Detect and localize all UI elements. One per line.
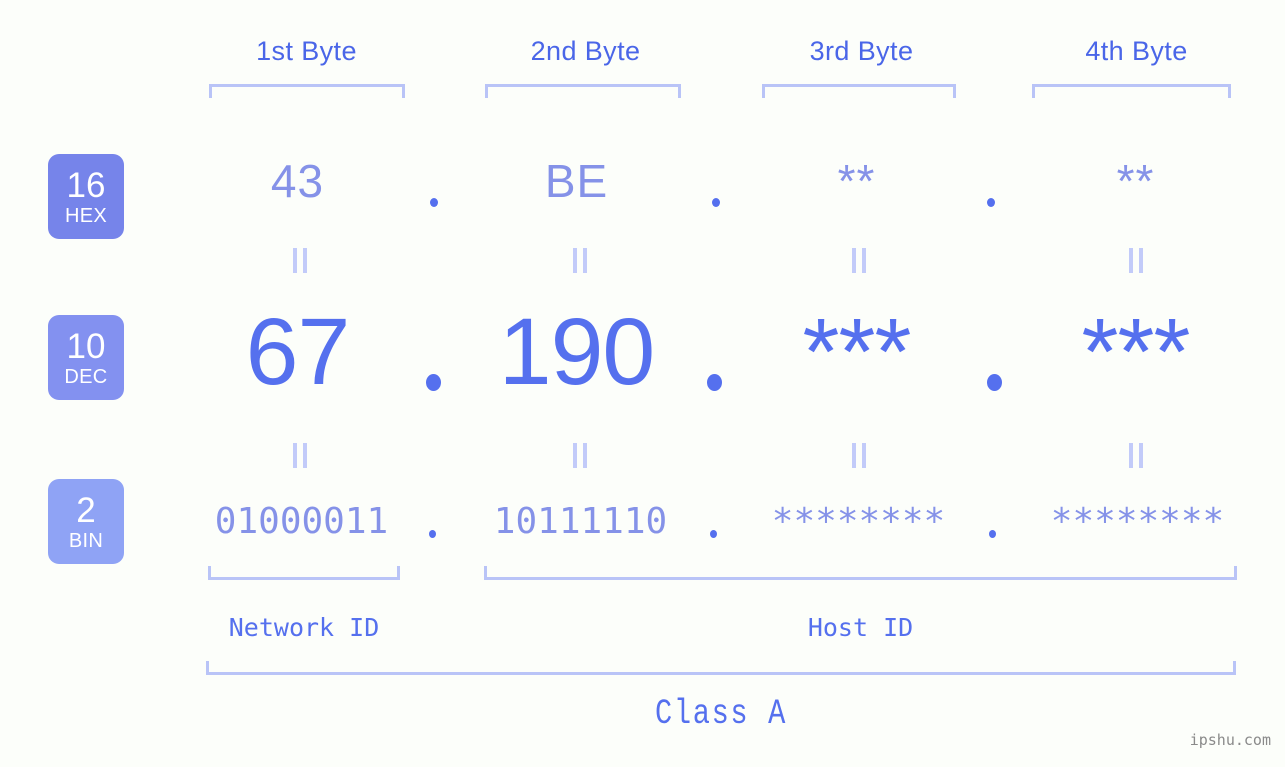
bin-value-byte-4: ******** [1050, 501, 1225, 542]
bin-value-byte-1: 01000011 [214, 501, 389, 542]
byte-bracket-top-2 [485, 84, 681, 98]
dec-separator-dot-1 [426, 374, 441, 391]
bin-separator-dot-1 [429, 530, 436, 538]
class-bracket [206, 661, 1236, 675]
site-watermark: ipshu.com [1189, 731, 1271, 749]
byte-header-2: 2nd Byte [530, 36, 641, 66]
bin-value-byte-2: 10111110 [493, 501, 668, 542]
bin-separator-dot-3 [989, 530, 996, 538]
hex-separator-dot-1 [430, 198, 438, 207]
dec-value-byte-1: 67 [245, 299, 351, 405]
equals-mark-hex-dec-2 [572, 248, 588, 273]
bin-value-byte-3: ******** [771, 501, 946, 542]
dec-value-byte-2: 190 [498, 299, 656, 405]
byte-header-1: 1st Byte [256, 36, 357, 66]
equals-mark-hex-dec-1 [292, 248, 308, 273]
base-badge-bin-number: 2 [76, 490, 96, 530]
host-id-label: Host ID [807, 613, 914, 642]
base-badge-bin-label: BIN [68, 529, 104, 552]
equals-mark-hex-dec-4 [1128, 248, 1144, 273]
class-label: Class A [654, 694, 788, 734]
hex-separator-dot-3 [987, 198, 995, 207]
hex-separator-dot-2 [712, 198, 720, 207]
equals-mark-hex-dec-3 [851, 248, 867, 273]
base-badge-dec-number: 10 [66, 326, 106, 366]
hex-value-byte-3: ** [837, 155, 876, 207]
ip-breakdown-diagram: 1st Byte 2nd Byte 3rd Byte 4th Byte 16 H… [0, 0, 1285, 767]
hex-value-byte-2: BE [544, 155, 609, 207]
dec-separator-dot-2 [707, 374, 722, 391]
base-badge-hex-number: 16 [66, 165, 106, 205]
dec-separator-dot-3 [987, 374, 1002, 391]
hex-value-byte-1: 43 [270, 155, 325, 207]
network-id-bracket [208, 566, 400, 580]
dec-value-byte-4: *** [1081, 299, 1191, 405]
dec-value-byte-3: *** [802, 299, 912, 405]
equals-mark-dec-bin-3 [851, 443, 867, 468]
base-badge-dec: 10 DEC [48, 315, 124, 400]
byte-bracket-top-3 [762, 84, 956, 98]
equals-mark-dec-bin-1 [292, 443, 308, 468]
equals-mark-dec-bin-4 [1128, 443, 1144, 468]
base-badge-bin: 2 BIN [48, 479, 124, 564]
byte-header-4: 4th Byte [1085, 36, 1188, 66]
base-badge-dec-label: DEC [64, 365, 108, 388]
equals-mark-dec-bin-2 [572, 443, 588, 468]
byte-bracket-top-4 [1032, 84, 1231, 98]
byte-header-3: 3rd Byte [809, 36, 914, 66]
host-id-bracket [484, 566, 1237, 580]
hex-value-byte-4: ** [1116, 155, 1155, 207]
network-id-label: Network ID [228, 613, 380, 642]
base-badge-hex: 16 HEX [48, 154, 124, 239]
base-badge-hex-label: HEX [64, 204, 108, 227]
byte-bracket-top-1 [209, 84, 405, 98]
bin-separator-dot-2 [710, 530, 717, 538]
